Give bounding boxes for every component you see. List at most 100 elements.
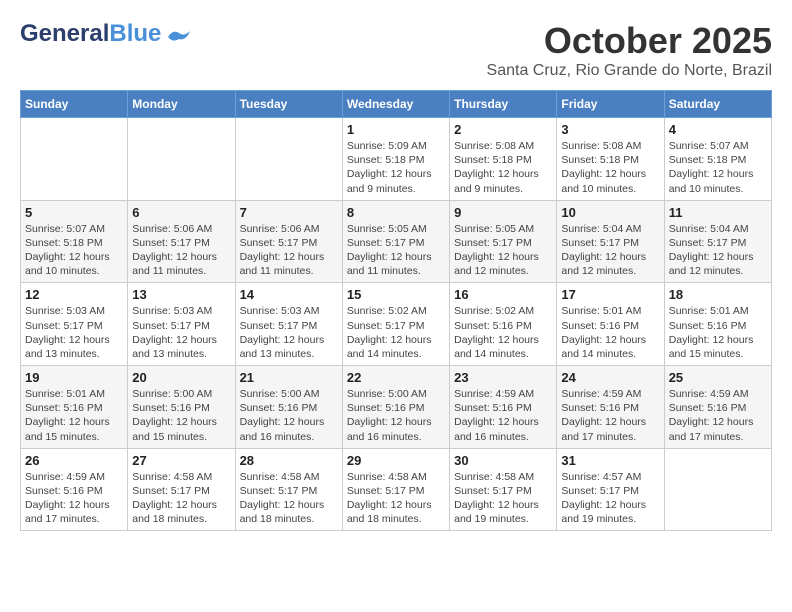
- calendar-cell: 5 Sunrise: 5:07 AM Sunset: 5:18 PM Daylig…: [21, 200, 128, 283]
- day-info: Sunrise: 5:06 AM Sunset: 5:17 PM Dayligh…: [132, 222, 230, 279]
- day-info: Sunrise: 5:04 AM Sunset: 5:17 PM Dayligh…: [561, 222, 659, 279]
- logo-general: General: [20, 20, 109, 47]
- calendar-dow-friday: Friday: [557, 91, 664, 118]
- day-number: 18: [669, 287, 767, 302]
- day-info: Sunrise: 5:00 AM Sunset: 5:16 PM Dayligh…: [240, 387, 338, 444]
- calendar-cell: 19 Sunrise: 5:01 AM Sunset: 5:16 PM Dayli…: [21, 366, 128, 449]
- day-info: Sunrise: 5:07 AM Sunset: 5:18 PM Dayligh…: [669, 139, 767, 196]
- calendar-week-1: 1 Sunrise: 5:09 AM Sunset: 5:18 PM Daylig…: [21, 118, 772, 201]
- calendar-cell: 13Sunrise: 5:03 AM Sunset: 5:17 PM Dayli…: [128, 283, 235, 366]
- calendar-cell: 11 Sunrise: 5:04 AM Sunset: 5:17 PM Dayli…: [664, 200, 771, 283]
- calendar-header-row: SundayMondayTuesdayWednesdayThursdayFrid…: [21, 91, 772, 118]
- day-info: Sunrise: 4:57 AM Sunset: 5:17 PM Dayligh…: [561, 470, 659, 527]
- day-number: 24: [561, 370, 659, 385]
- day-info: Sunrise: 5:03 AM Sunset: 5:17 PM Dayligh…: [25, 304, 123, 361]
- day-number: 4: [669, 122, 767, 137]
- month-title: October 2025: [487, 20, 772, 62]
- day-number: 12: [25, 287, 123, 302]
- title-block: October 2025 Santa Cruz, Rio Grande do N…: [487, 20, 772, 80]
- day-info: Sunrise: 5:00 AM Sunset: 5:16 PM Dayligh…: [132, 387, 230, 444]
- calendar-cell: 10 Sunrise: 5:04 AM Sunset: 5:17 PM Dayli…: [557, 200, 664, 283]
- day-number: 25: [669, 370, 767, 385]
- calendar-cell: 6 Sunrise: 5:06 AM Sunset: 5:17 PM Daylig…: [128, 200, 235, 283]
- calendar-cell: 20 Sunrise: 5:00 AM Sunset: 5:16 PM Dayli…: [128, 366, 235, 449]
- calendar-cell: 25Sunrise: 4:59 AM Sunset: 5:16 PM Dayli…: [664, 366, 771, 449]
- location-subtitle: Santa Cruz, Rio Grande do Norte, Brazil: [487, 62, 772, 80]
- logo-bird-icon: [168, 29, 190, 45]
- calendar-cell: 22 Sunrise: 5:00 AM Sunset: 5:16 PM Dayli…: [342, 366, 449, 449]
- day-number: 19: [25, 370, 123, 385]
- day-number: 3: [561, 122, 659, 137]
- calendar-cell: 4 Sunrise: 5:07 AM Sunset: 5:18 PM Daylig…: [664, 118, 771, 201]
- day-info: Sunrise: 5:09 AM Sunset: 5:18 PM Dayligh…: [347, 139, 445, 196]
- day-info: Sunrise: 5:01 AM Sunset: 5:16 PM Dayligh…: [561, 304, 659, 361]
- calendar-cell: [128, 118, 235, 201]
- day-number: 5: [25, 205, 123, 220]
- day-info: Sunrise: 5:08 AM Sunset: 5:18 PM Dayligh…: [561, 139, 659, 196]
- calendar-cell: 30Sunrise: 4:58 AM Sunset: 5:17 PM Dayli…: [450, 448, 557, 531]
- logo: GeneralBlue: [20, 20, 190, 48]
- logo-blue: Blue: [109, 20, 161, 47]
- day-info: Sunrise: 4:59 AM Sunset: 5:16 PM Dayligh…: [454, 387, 552, 444]
- calendar-cell: 23 Sunrise: 4:59 AM Sunset: 5:16 PM Dayli…: [450, 366, 557, 449]
- day-number: 10: [561, 205, 659, 220]
- calendar-cell: 7 Sunrise: 5:06 AM Sunset: 5:17 PM Daylig…: [235, 200, 342, 283]
- calendar-dow-sunday: Sunday: [21, 91, 128, 118]
- day-info: Sunrise: 5:04 AM Sunset: 5:17 PM Dayligh…: [669, 222, 767, 279]
- calendar-week-3: 12 Sunrise: 5:03 AM Sunset: 5:17 PM Dayli…: [21, 283, 772, 366]
- calendar-cell: [664, 448, 771, 531]
- day-info: Sunrise: 5:07 AM Sunset: 5:18 PM Dayligh…: [25, 222, 123, 279]
- day-info: Sunrise: 5:02 AM Sunset: 5:17 PM Dayligh…: [347, 304, 445, 361]
- day-info: Sunrise: 5:01 AM Sunset: 5:16 PM Dayligh…: [25, 387, 123, 444]
- page-header: GeneralBlue October 2025 Santa Cruz, Rio…: [20, 20, 772, 80]
- day-number: 30: [454, 453, 552, 468]
- day-number: 7: [240, 205, 338, 220]
- day-info: Sunrise: 5:01 AM Sunset: 5:16 PM Dayligh…: [669, 304, 767, 361]
- calendar-cell: 3 Sunrise: 5:08 AM Sunset: 5:18 PM Daylig…: [557, 118, 664, 201]
- day-number: 13: [132, 287, 230, 302]
- calendar-dow-monday: Monday: [128, 91, 235, 118]
- calendar-cell: 29 Sunrise: 4:58 AM Sunset: 5:17 PM Dayli…: [342, 448, 449, 531]
- day-info: Sunrise: 5:06 AM Sunset: 5:17 PM Dayligh…: [240, 222, 338, 279]
- day-number: 9: [454, 205, 552, 220]
- calendar-cell: 1 Sunrise: 5:09 AM Sunset: 5:18 PM Daylig…: [342, 118, 449, 201]
- calendar-cell: 16Sunrise: 5:02 AM Sunset: 5:16 PM Dayli…: [450, 283, 557, 366]
- day-info: Sunrise: 4:59 AM Sunset: 5:16 PM Dayligh…: [25, 470, 123, 527]
- day-info: Sunrise: 4:59 AM Sunset: 5:16 PM Dayligh…: [561, 387, 659, 444]
- day-info: Sunrise: 5:05 AM Sunset: 5:17 PM Dayligh…: [454, 222, 552, 279]
- calendar-cell: [21, 118, 128, 201]
- day-number: 22: [347, 370, 445, 385]
- calendar-cell: [235, 118, 342, 201]
- day-info: Sunrise: 4:58 AM Sunset: 5:17 PM Dayligh…: [347, 470, 445, 527]
- day-info: Sunrise: 5:00 AM Sunset: 5:16 PM Dayligh…: [347, 387, 445, 444]
- calendar-dow-thursday: Thursday: [450, 91, 557, 118]
- calendar-cell: 14 Sunrise: 5:03 AM Sunset: 5:17 PM Dayli…: [235, 283, 342, 366]
- calendar-week-4: 19 Sunrise: 5:01 AM Sunset: 5:16 PM Dayli…: [21, 366, 772, 449]
- calendar-cell: 9 Sunrise: 5:05 AM Sunset: 5:17 PM Daylig…: [450, 200, 557, 283]
- calendar-cell: 26Sunrise: 4:59 AM Sunset: 5:16 PM Dayli…: [21, 448, 128, 531]
- day-number: 11: [669, 205, 767, 220]
- calendar-cell: 18 Sunrise: 5:01 AM Sunset: 5:16 PM Dayli…: [664, 283, 771, 366]
- day-number: 21: [240, 370, 338, 385]
- day-number: 1: [347, 122, 445, 137]
- day-number: 20: [132, 370, 230, 385]
- day-info: Sunrise: 5:03 AM Sunset: 5:17 PM Dayligh…: [240, 304, 338, 361]
- day-number: 2: [454, 122, 552, 137]
- day-info: Sunrise: 5:08 AM Sunset: 5:18 PM Dayligh…: [454, 139, 552, 196]
- calendar-dow-saturday: Saturday: [664, 91, 771, 118]
- day-number: 27: [132, 453, 230, 468]
- calendar-week-5: 26Sunrise: 4:59 AM Sunset: 5:16 PM Dayli…: [21, 448, 772, 531]
- day-number: 31: [561, 453, 659, 468]
- calendar-cell: 28Sunrise: 4:58 AM Sunset: 5:17 PM Dayli…: [235, 448, 342, 531]
- day-number: 14: [240, 287, 338, 302]
- calendar-cell: 24 Sunrise: 4:59 AM Sunset: 5:16 PM Dayli…: [557, 366, 664, 449]
- day-info: Sunrise: 4:58 AM Sunset: 5:17 PM Dayligh…: [132, 470, 230, 527]
- day-number: 28: [240, 453, 338, 468]
- day-number: 6: [132, 205, 230, 220]
- day-number: 15: [347, 287, 445, 302]
- day-number: 29: [347, 453, 445, 468]
- calendar-table: SundayMondayTuesdayWednesdayThursdayFrid…: [20, 90, 772, 531]
- day-number: 17: [561, 287, 659, 302]
- calendar-dow-wednesday: Wednesday: [342, 91, 449, 118]
- day-number: 23: [454, 370, 552, 385]
